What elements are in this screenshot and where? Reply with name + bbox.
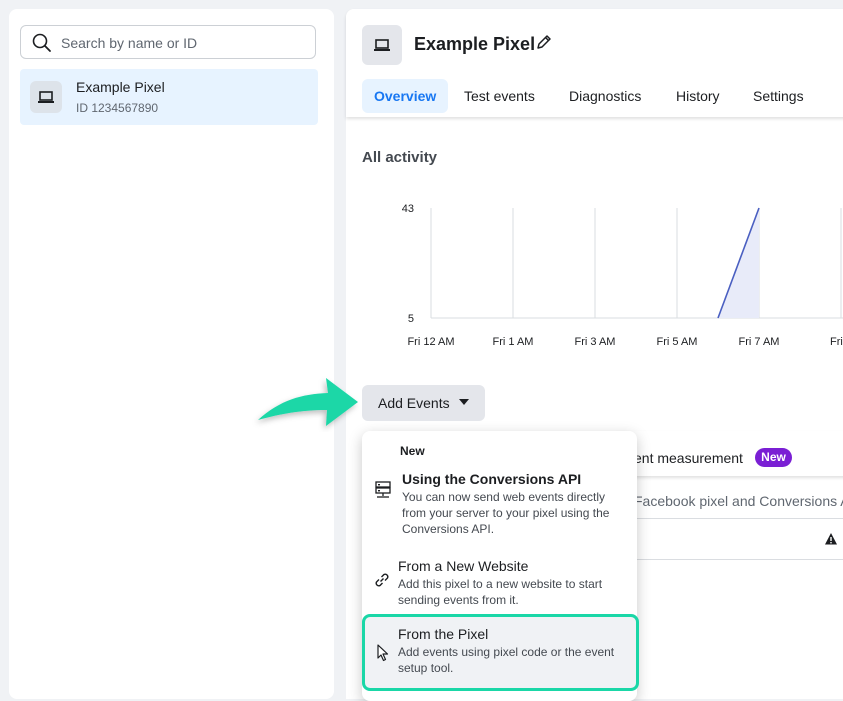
x-tick-label: Fri 5 AM (657, 336, 698, 348)
pixel-list-panel: Example Pixel ID 1234567890 (9, 9, 334, 699)
warning-icon (824, 532, 838, 546)
server-icon (375, 481, 391, 499)
caret-down-icon (459, 399, 469, 405)
option-description: You can now send web events directly (402, 489, 605, 505)
add-events-menu: New Using the Conversions API You can no… (362, 431, 637, 701)
option-title: From a New Website (398, 558, 528, 574)
divider (616, 518, 843, 519)
option-description: sending events from it. (398, 592, 519, 608)
menu-option-from-pixel[interactable]: From the Pixel Add events using pixel co… (362, 614, 639, 691)
section-title: All activity (362, 149, 437, 166)
tab-overview[interactable]: Overview (362, 79, 448, 113)
laptop-icon (30, 81, 62, 113)
pixel-list-item[interactable]: Example Pixel ID 1234567890 (20, 69, 318, 125)
x-tick-label: Fri 1 AM (493, 336, 534, 348)
tab-settings[interactable]: Settings (741, 79, 816, 113)
link-icon (373, 571, 391, 589)
option-description: Conversions API. (402, 521, 494, 537)
new-badge: New (755, 448, 792, 467)
activity-chart: 43 5 Fri 12 AM Fri 1 AM Fri 3 AM Fri 5 AM Fri … (346, 189, 843, 369)
edit-pencil-icon[interactable] (535, 33, 553, 51)
add-events-label: Add Events (378, 385, 450, 421)
new-label: New (400, 444, 425, 458)
pixel-id: ID 1234567890 (76, 101, 158, 115)
option-description: setup tool. (398, 660, 453, 676)
tab-diagnostics[interactable]: Diagnostics (557, 79, 653, 113)
option-title: From the Pixel (398, 626, 488, 642)
x-tick-label: Fri 3 AM (575, 336, 616, 348)
search-icon (32, 33, 52, 53)
laptop-icon (362, 25, 402, 65)
cursor-icon (376, 644, 390, 662)
search-box[interactable] (20, 25, 316, 59)
option-description: from your server to your pixel using the (402, 505, 609, 521)
aggregated-measurement-text[interactable]: ent measurement (634, 450, 743, 466)
tab-test-events[interactable]: Test events (452, 79, 547, 113)
option-description: Add events using pixel code or the event (398, 644, 614, 660)
y-tick-label: 43 (402, 203, 414, 215)
page-title: Example Pixel (414, 34, 535, 55)
add-events-button[interactable]: Add Events (362, 385, 485, 421)
y-tick-label: 5 (408, 313, 414, 325)
option-title: Using the Conversions API (402, 471, 581, 487)
tab-history[interactable]: History (664, 79, 732, 113)
pixel-name: Example Pixel (76, 79, 165, 95)
setup-description-text: Facebook pixel and Conversions A (634, 493, 843, 509)
pointer-arrow-icon (240, 372, 360, 432)
menu-option-conversions-api[interactable]: Using the Conversions API You can now se… (362, 467, 637, 547)
x-tick-label: Fri 12 AM (407, 336, 454, 348)
divider (616, 559, 843, 560)
x-tick-label: Fri 7 AM (739, 336, 780, 348)
option-description: Add this pixel to a new website to start (398, 576, 602, 592)
menu-option-new-website[interactable]: From a New Website Add this pixel to a n… (362, 553, 637, 609)
search-input[interactable] (59, 31, 303, 55)
x-tick-label: Fri 9 (830, 336, 843, 348)
pixel-header: Example Pixel Overview Test events Diagn… (346, 9, 843, 117)
